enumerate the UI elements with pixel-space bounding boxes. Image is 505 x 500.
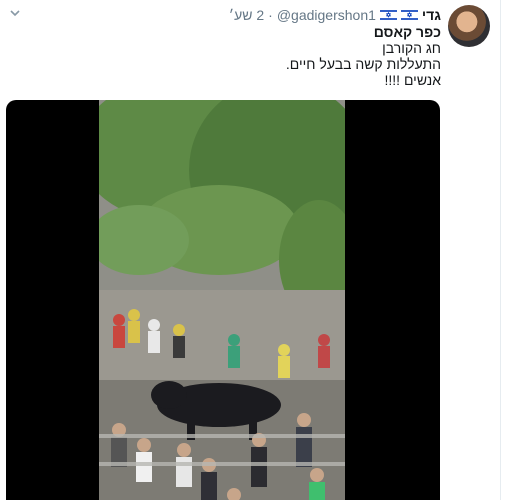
avatar[interactable] — [448, 5, 490, 47]
chevron-down-icon[interactable] — [8, 6, 22, 20]
display-name[interactable]: גדי — [422, 7, 441, 23]
video-player[interactable] — [6, 100, 440, 500]
tweet-text: כפר קאסם חג הקורבן התעללות קשה בבעל חיים… — [61, 24, 441, 88]
timestamp[interactable]: 2 שע׳ — [229, 7, 264, 23]
user-handle[interactable]: @gadigershon1 — [277, 7, 376, 23]
israel-flag-icon — [379, 9, 397, 21]
tweet: גדי @gadigershon1 · 2 שע׳ כפר קאסם חג הק… — [0, 0, 505, 500]
separator-dot: · — [268, 7, 273, 23]
divider — [500, 0, 501, 500]
tweet-line: כפר קאסם — [373, 24, 441, 40]
tweet-line: אנשים !!!! — [384, 72, 441, 88]
israel-flag-icon — [400, 9, 418, 21]
tweet-line: חג הקורבן — [382, 40, 441, 56]
video-frame — [99, 100, 345, 500]
tweet-line: התעללות קשה בבעל חיים. — [285, 56, 441, 72]
tweet-header: גדי @gadigershon1 · 2 שע׳ — [229, 6, 441, 24]
